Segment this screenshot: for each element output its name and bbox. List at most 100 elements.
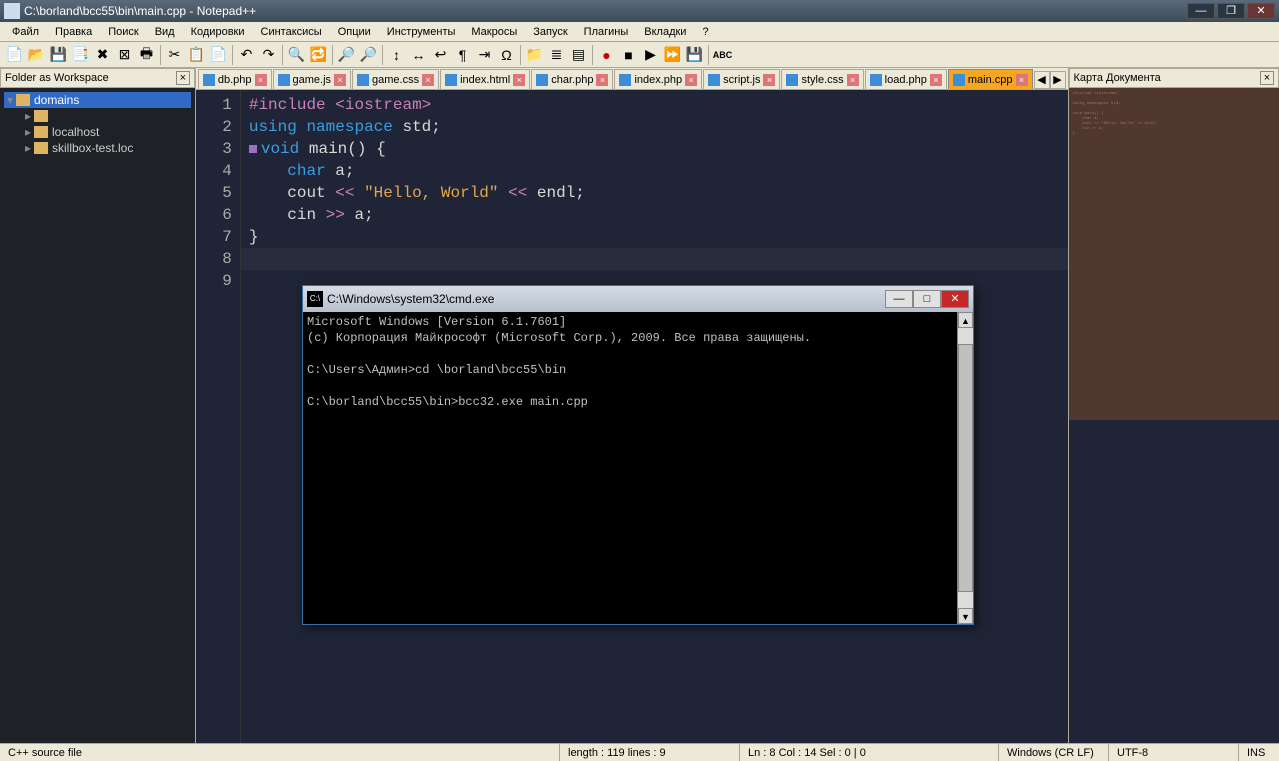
status-eol[interactable]: Windows (CR LF) [999, 744, 1109, 761]
panel-close-icon[interactable]: × [176, 71, 190, 85]
stop-icon[interactable]: ■ [618, 44, 639, 65]
menu-file[interactable]: Файл [4, 24, 47, 40]
menu-syntax[interactable]: Синтаксисы [253, 24, 330, 40]
tab-close-icon[interactable]: × [334, 74, 346, 86]
separator [592, 45, 593, 65]
close-file-icon[interactable]: ✖ [92, 44, 113, 65]
cmd-window[interactable]: C:\ C:\Windows\system32\cmd.exe — □ ✕ Mi… [302, 285, 974, 625]
menu-tabs[interactable]: Вкладки [636, 24, 694, 40]
panel-close-icon[interactable]: × [1260, 71, 1274, 85]
menu-view[interactable]: Вид [147, 24, 183, 40]
cmd-output[interactable]: Microsoft Windows [Version 6.1.7601] (c)… [303, 312, 957, 624]
expand-icon[interactable]: ▸ [22, 109, 34, 123]
tab-load-php[interactable]: load.php× [865, 69, 947, 89]
menu-edit[interactable]: Правка [47, 24, 100, 40]
menu-run[interactable]: Запуск [525, 24, 575, 40]
save-macro-icon[interactable]: 💾 [684, 44, 705, 65]
tree-item[interactable]: ▸ [4, 108, 191, 124]
cmd-minimize-button[interactable]: — [885, 290, 913, 308]
tab-close-icon[interactable]: × [255, 74, 267, 86]
cmd-close-button[interactable]: ✕ [941, 290, 969, 308]
status-encoding[interactable]: UTF-8 [1109, 744, 1239, 761]
zoom-in-icon[interactable]: 🔎 [336, 44, 357, 65]
cmd-scrollbar[interactable]: ▲ ▼ [957, 312, 973, 624]
status-insert-mode[interactable]: INS [1239, 744, 1279, 761]
folder-icon[interactable]: 📁 [524, 44, 545, 65]
menu-plugins[interactable]: Плагины [576, 24, 637, 40]
tab-close-icon[interactable]: × [1016, 74, 1028, 86]
open-file-icon[interactable]: 📂 [26, 44, 47, 65]
zoom-out-icon[interactable]: 🔎 [358, 44, 379, 65]
scroll-down-icon[interactable]: ▼ [958, 608, 973, 624]
minimap[interactable]: #include <iostream> using namespace std;… [1069, 88, 1279, 420]
new-file-icon[interactable]: 📄 [4, 44, 25, 65]
print-icon[interactable]: 🖶 [136, 44, 157, 65]
chars-icon[interactable]: ¶ [452, 44, 473, 65]
expand-icon[interactable]: ▸ [22, 125, 34, 139]
menu-encoding[interactable]: Кодировки [183, 24, 253, 40]
save-all-icon[interactable]: 📑 [70, 44, 91, 65]
tree-item[interactable]: ▸ localhost [4, 124, 191, 140]
tab-index-html[interactable]: index.html× [440, 69, 530, 89]
tree-item[interactable]: ▸ skillbox-test.loc [4, 140, 191, 156]
tab-close-icon[interactable]: × [930, 74, 942, 86]
folder-tree[interactable]: ▾ domains ▸ ▸ localhost ▸ skillbox-test.… [0, 88, 195, 743]
tab-close-icon[interactable]: × [685, 74, 697, 86]
save-icon[interactable]: 💾 [48, 44, 69, 65]
tab-close-icon[interactable]: × [763, 74, 775, 86]
tab-game-css[interactable]: game.css× [352, 69, 439, 89]
expand-icon[interactable]: ▸ [22, 141, 34, 155]
app-icon [4, 3, 20, 19]
menu-search[interactable]: Поиск [100, 24, 146, 40]
tab-db-php[interactable]: db.php× [198, 69, 272, 89]
tab-main-cpp[interactable]: main.cpp× [948, 69, 1033, 89]
cmd-icon: C:\ [307, 291, 323, 307]
collapse-icon[interactable]: ▾ [4, 93, 16, 107]
tab-close-icon[interactable]: × [422, 74, 434, 86]
sync-h-icon[interactable]: ↔ [408, 44, 429, 65]
menu-tools[interactable]: Инструменты [379, 24, 464, 40]
tab-style-css[interactable]: style.css× [781, 69, 863, 89]
indent-icon[interactable]: ⇥ [474, 44, 495, 65]
menu-options[interactable]: Опции [330, 24, 379, 40]
record-icon[interactable]: ● [596, 44, 617, 65]
cmd-titlebar[interactable]: C:\ C:\Windows\system32\cmd.exe — □ ✕ [303, 286, 973, 312]
tab-next-icon[interactable]: ▶ [1050, 71, 1066, 89]
copy-icon[interactable]: 📋 [186, 44, 207, 65]
fold-icon[interactable] [249, 145, 257, 153]
tab-game-js[interactable]: game.js× [273, 69, 352, 89]
close-button[interactable]: ✕ [1247, 3, 1275, 19]
undo-icon[interactable]: ↶ [236, 44, 257, 65]
minimize-button[interactable]: — [1187, 3, 1215, 19]
tab-prev-icon[interactable]: ◀ [1034, 71, 1050, 89]
tab-char-php[interactable]: char.php× [531, 69, 613, 89]
tree-root[interactable]: ▾ domains [4, 92, 191, 108]
lang-icon[interactable]: Ω [496, 44, 517, 65]
cut-icon[interactable]: ✂ [164, 44, 185, 65]
line-number: 1 [196, 94, 232, 116]
docmap-icon[interactable]: ▤ [568, 44, 589, 65]
tab-close-icon[interactable]: × [596, 74, 608, 86]
tab-script-js[interactable]: script.js× [703, 69, 780, 89]
cmd-maximize-button[interactable]: □ [913, 290, 941, 308]
menu-macros[interactable]: Макросы [463, 24, 525, 40]
maximize-button[interactable]: ❐ [1217, 3, 1245, 19]
wrap-icon[interactable]: ↩ [430, 44, 451, 65]
func-list-icon[interactable]: ≣ [546, 44, 567, 65]
close-all-icon[interactable]: ⊠ [114, 44, 135, 65]
paste-icon[interactable]: 📄 [208, 44, 229, 65]
tab-close-icon[interactable]: × [847, 74, 859, 86]
play-icon[interactable]: ▶ [640, 44, 661, 65]
sync-v-icon[interactable]: ↕ [386, 44, 407, 65]
tab-close-icon[interactable]: × [513, 74, 525, 86]
scroll-thumb[interactable] [958, 344, 973, 592]
menu-help[interactable]: ? [694, 24, 716, 40]
redo-icon[interactable]: ↷ [258, 44, 279, 65]
line-number: 4 [196, 160, 232, 182]
replace-icon[interactable]: 🔁 [308, 44, 329, 65]
spell-icon[interactable]: ABC [712, 44, 733, 65]
scroll-up-icon[interactable]: ▲ [958, 312, 973, 328]
find-icon[interactable]: 🔍 [286, 44, 307, 65]
tab-index-php[interactable]: index.php× [614, 69, 702, 89]
play-multi-icon[interactable]: ⏩ [662, 44, 683, 65]
